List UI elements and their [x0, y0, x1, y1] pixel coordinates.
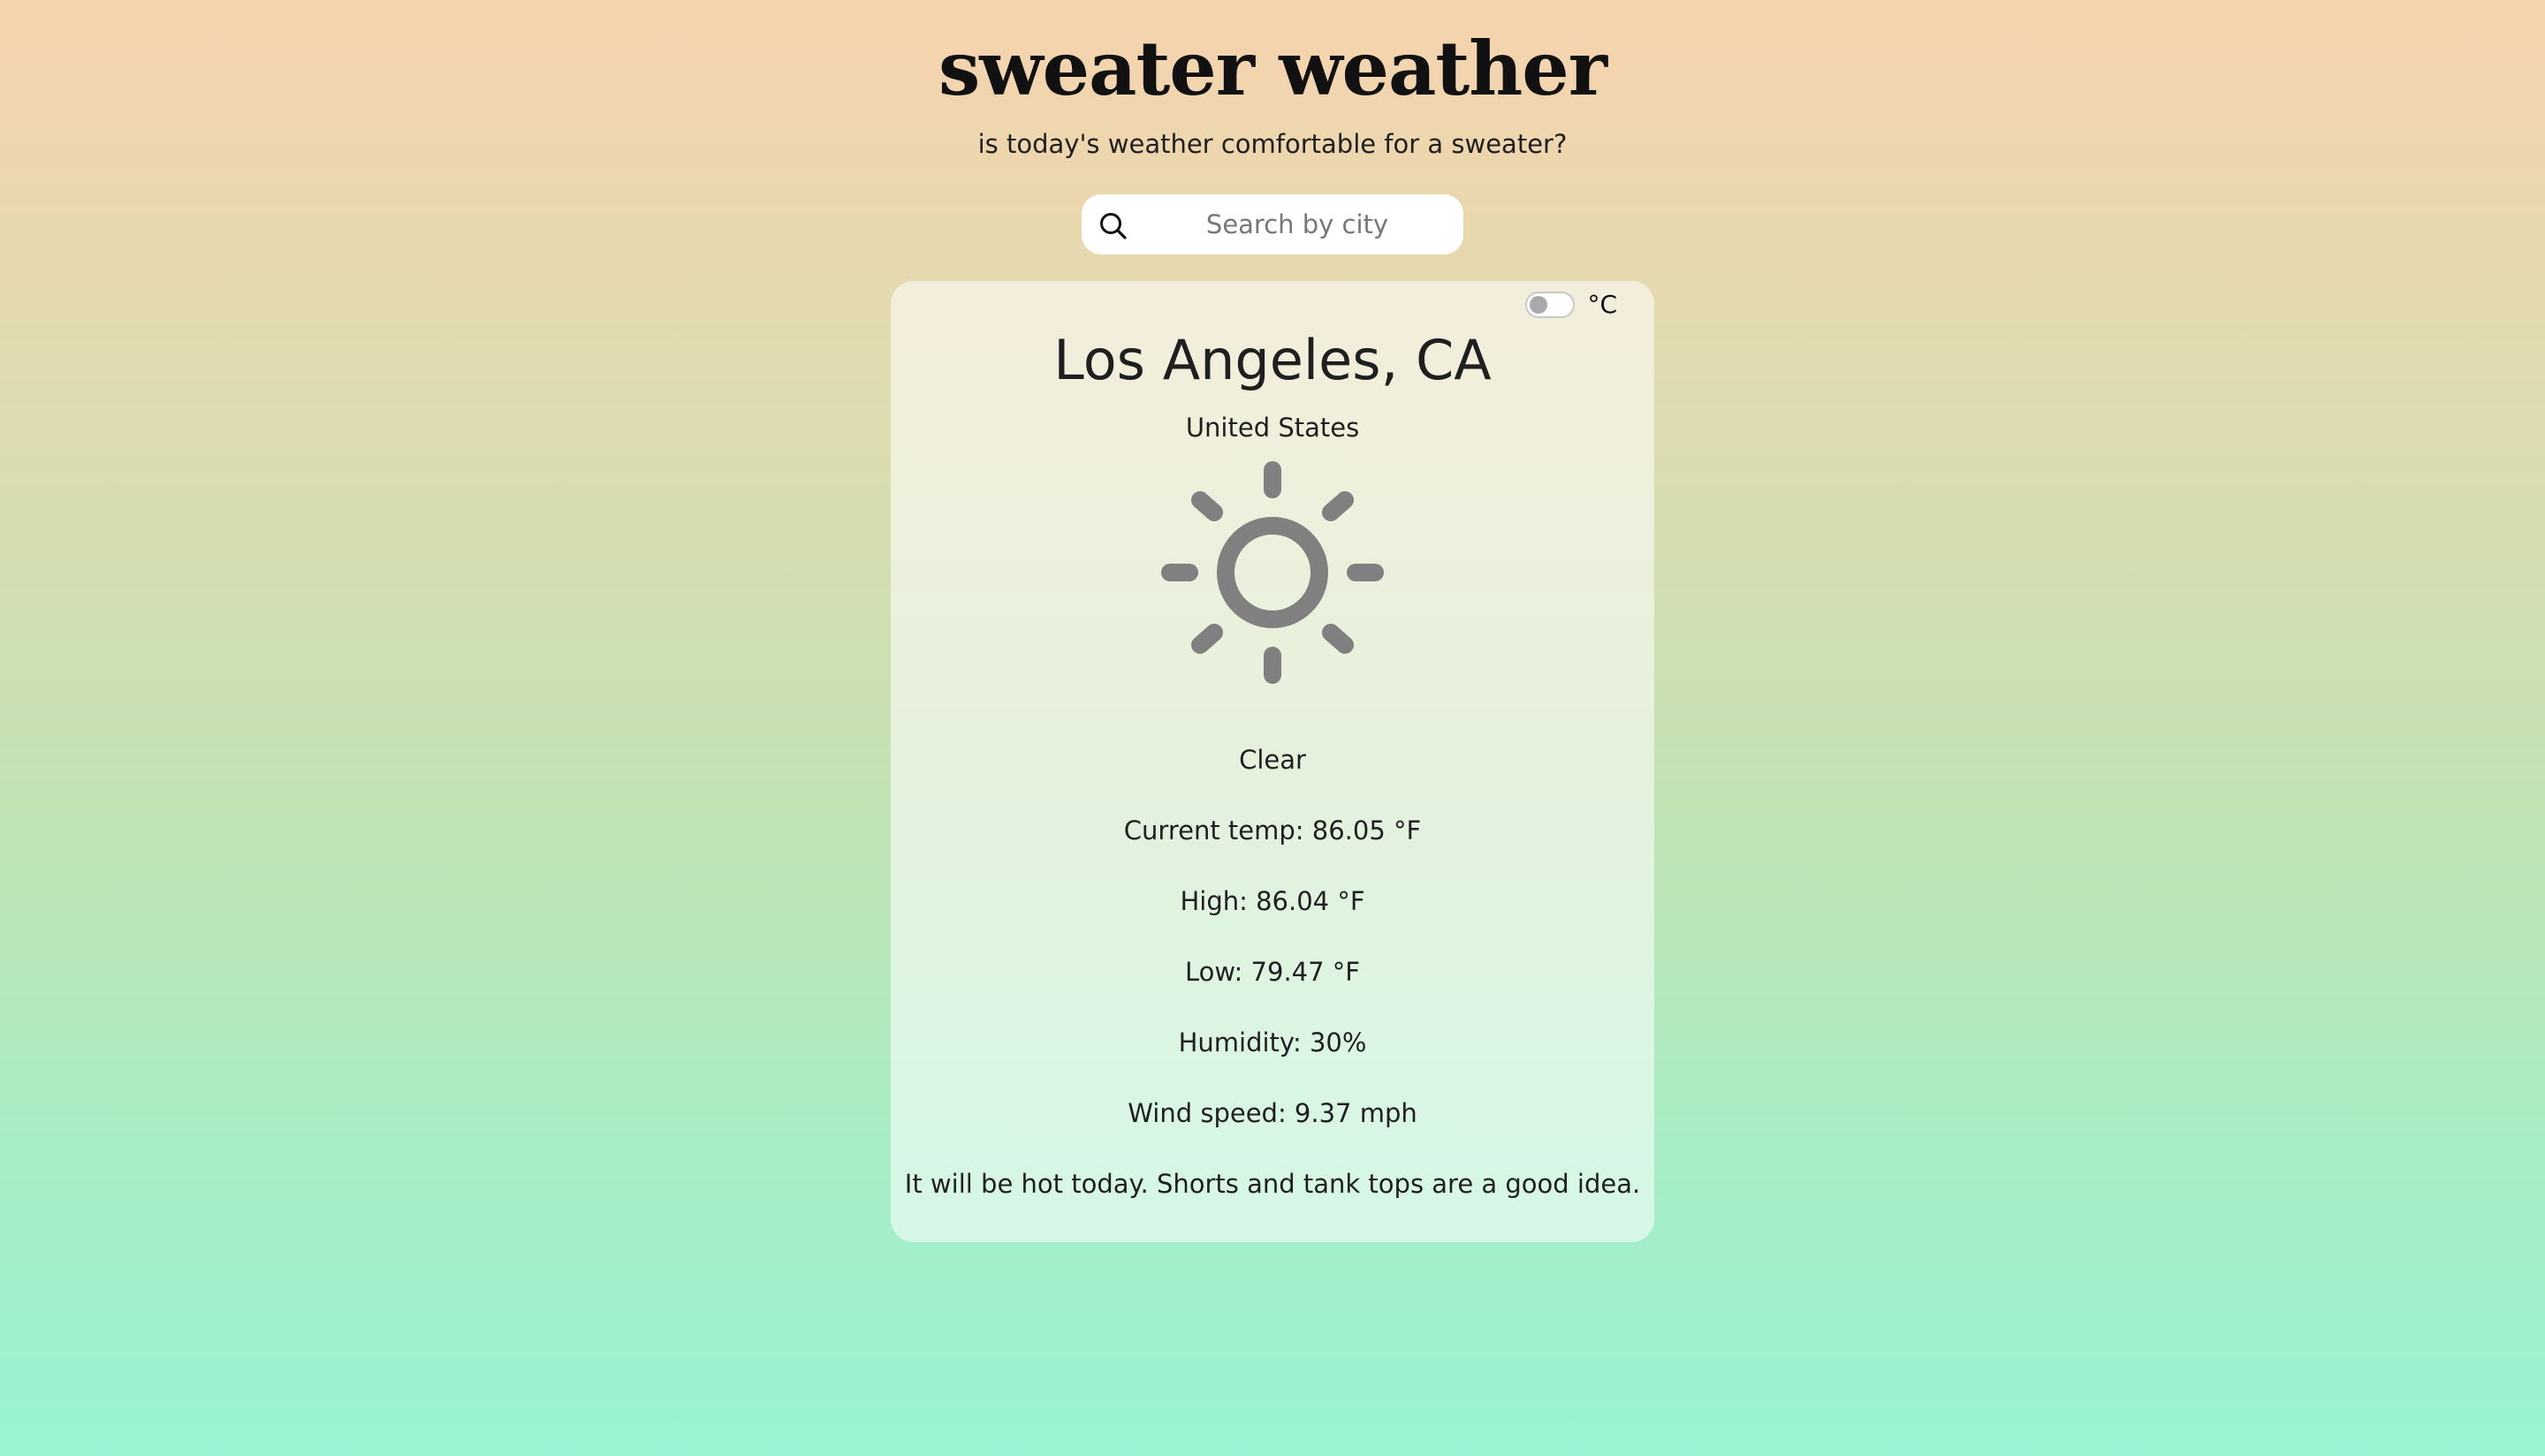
condition-text: Clear [1239, 745, 1306, 775]
current-temp: Current temp: 86.05 °F [1123, 815, 1422, 846]
unit-toggle[interactable] [1525, 292, 1575, 318]
search-input[interactable] [1156, 194, 1439, 254]
unit-label: °C [1587, 290, 1617, 319]
humidity: Humidity: 30% [1178, 1028, 1367, 1058]
weather-card: °C Los Angeles, CA United States Clear C… [891, 281, 1654, 1242]
clothing-advice: It will be hot today. Shorts and tank to… [904, 1169, 1641, 1199]
city-name: Los Angeles, CA [1053, 328, 1492, 392]
app-subtitle: is today's weather comfortable for a swe… [977, 129, 1568, 159]
high-temp: High: 86.04 °F [1180, 886, 1365, 916]
app-title: sweater weather [938, 25, 1607, 112]
search-icon[interactable] [1096, 209, 1131, 244]
sun-icon [1161, 461, 1384, 684]
toggle-knob [1530, 296, 1547, 314]
low-temp: Low: 79.47 °F [1185, 957, 1360, 987]
wind-speed: Wind speed: 9.37 mph [1128, 1098, 1417, 1128]
search-bar[interactable] [1082, 194, 1463, 254]
country-name: United States [1185, 413, 1360, 443]
